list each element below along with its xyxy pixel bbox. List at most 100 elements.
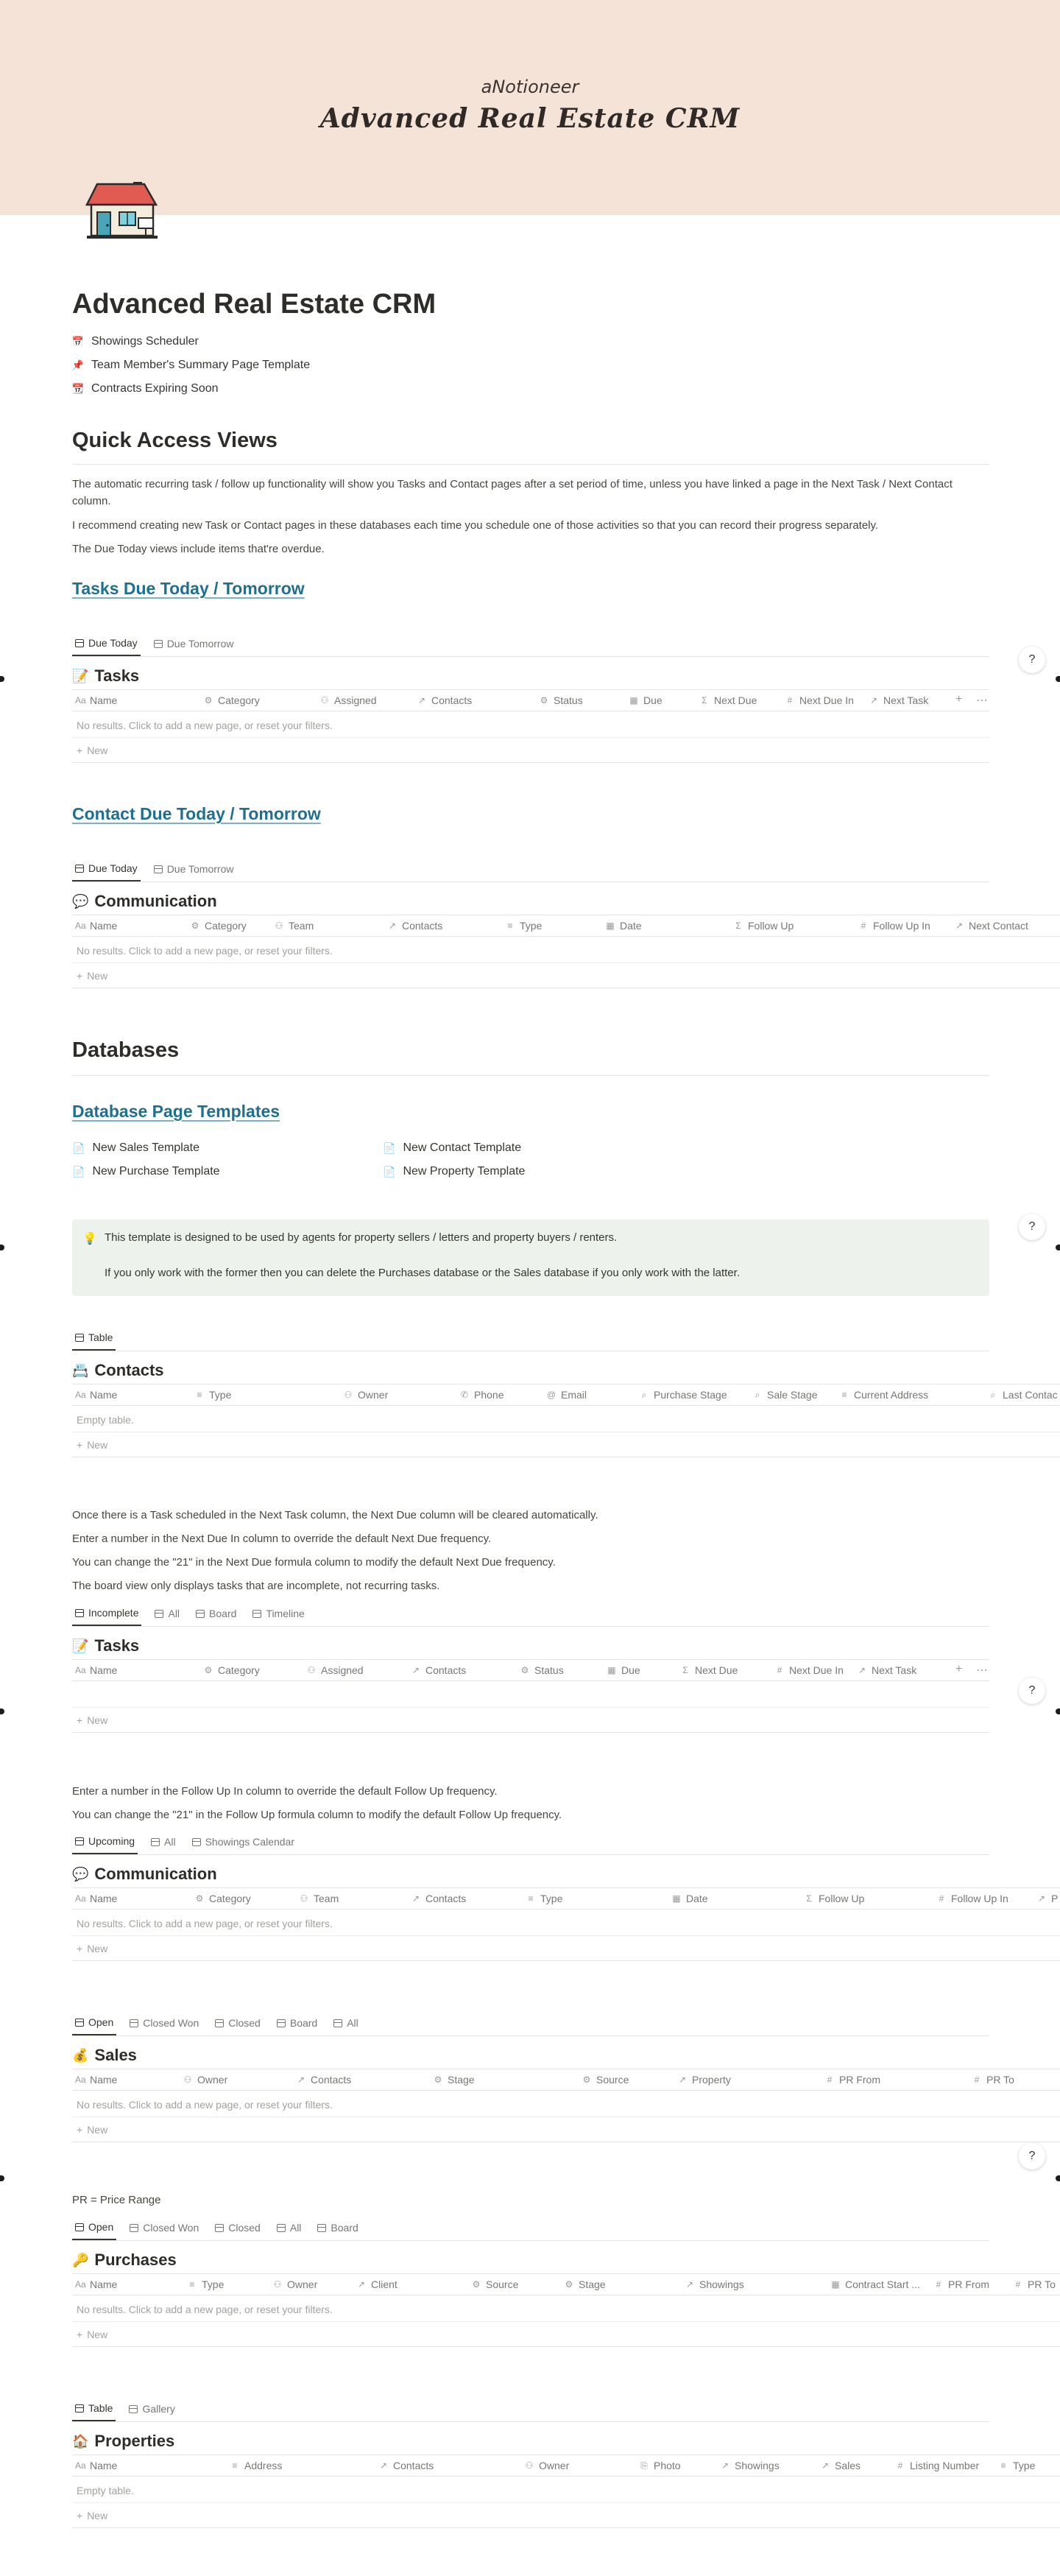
tab-board[interactable]: Board xyxy=(274,2010,320,2035)
column-header[interactable]: ⚇ Owner xyxy=(343,1384,389,1405)
tab-all[interactable]: All xyxy=(152,1601,183,1626)
tab-board[interactable]: Board xyxy=(314,2215,361,2240)
column-header[interactable]: ↗ Contacts xyxy=(296,2069,351,2090)
heading-tasks-due-link[interactable]: Tasks Due Today / Tomorrow xyxy=(72,579,305,599)
column-header[interactable]: ⚙ Source xyxy=(582,2069,629,2090)
column-header[interactable]: ≡ Type xyxy=(526,1888,562,1909)
new-row-button[interactable]: + New xyxy=(72,738,989,763)
database-title-tasks[interactable]: 📝 Tasks xyxy=(72,665,139,687)
empty-state[interactable]: No results. Click to add a new page, or … xyxy=(72,2092,1060,2117)
tab-incomplete[interactable]: Incomplete xyxy=(72,1601,142,1626)
column-header[interactable]: # Follow Up In xyxy=(936,1888,1008,1909)
column-header[interactable]: ⚇ Assigned xyxy=(319,690,377,711)
column-header[interactable]: ▦ Due xyxy=(629,690,662,711)
column-header[interactable]: ⌕ Last Contac xyxy=(988,1384,1058,1405)
column-header[interactable]: ⎘ Photo xyxy=(639,2455,680,2476)
column-header[interactable]: ↗ Contacts xyxy=(387,915,442,936)
column-header[interactable]: ⚇ Owner xyxy=(183,2069,228,2090)
tab-all[interactable]: All xyxy=(331,2010,361,2035)
new-row-button[interactable]: + New xyxy=(72,2117,1060,2142)
tab-open[interactable]: Open xyxy=(72,2215,117,2240)
new-row-button[interactable]: + New xyxy=(72,1708,989,1733)
new-row-button[interactable]: + New xyxy=(72,963,1060,988)
tab-timeline[interactable]: Timeline xyxy=(250,1601,307,1626)
column-header[interactable]: ▦ Date xyxy=(671,1888,707,1909)
new-row-button[interactable]: + New xyxy=(72,1432,1060,1457)
column-header[interactable]: Aa Name xyxy=(75,2069,117,2090)
column-header[interactable]: ↗ Next Task xyxy=(869,690,928,711)
column-header[interactable]: Aa Name xyxy=(75,690,117,711)
column-header[interactable]: ↗ Contacts xyxy=(417,690,472,711)
more-icon[interactable]: ⋯ xyxy=(976,693,988,708)
column-header[interactable]: ↗ Contacts xyxy=(411,1888,466,1909)
tab-due-tomorrow[interactable]: Due Tomorrow xyxy=(151,631,237,656)
more-icon[interactable]: ⋯ xyxy=(976,1663,988,1678)
column-header[interactable]: ↗ Showings xyxy=(720,2455,780,2476)
database-title-purchases[interactable]: 🔑 Purchases xyxy=(72,2249,177,2271)
column-header[interactable]: ↗ Contacts xyxy=(411,1660,466,1681)
column-header[interactable]: ⚙ Stage xyxy=(564,2274,606,2295)
tab-all[interactable]: All xyxy=(274,2215,305,2240)
heading-templates-link[interactable]: Database Page Templates xyxy=(72,1102,280,1122)
new-row-button[interactable]: + New xyxy=(72,1936,1060,1961)
column-header[interactable]: ⚇ Team xyxy=(299,1888,339,1909)
tab-gallery[interactable]: Gallery xyxy=(126,2396,177,2421)
house-icon[interactable] xyxy=(82,180,162,242)
column-header[interactable]: ⚇ Owner xyxy=(524,2455,570,2476)
tab-closed-won[interactable]: Closed Won xyxy=(127,2215,202,2240)
add-property-icon[interactable]: + xyxy=(955,693,962,706)
column-header[interactable]: Aa Name xyxy=(75,2274,117,2295)
column-header[interactable]: ⚙ Category xyxy=(203,1660,260,1681)
column-header[interactable]: ≡ Type xyxy=(505,915,542,936)
column-header[interactable]: Aa Name xyxy=(75,1888,117,1909)
empty-state[interactable]: No results. Click to add a new page, or … xyxy=(72,938,1060,963)
column-header[interactable]: ⚇ Team xyxy=(274,915,314,936)
database-title-contacts[interactable]: 📇 Contacts xyxy=(72,1359,164,1382)
column-header[interactable]: Σ Next Due xyxy=(699,690,757,711)
tab-upcoming[interactable]: Upcoming xyxy=(72,1829,138,1854)
column-header[interactable]: ↗ Client xyxy=(356,2274,398,2295)
new-row-button[interactable]: + New xyxy=(72,2322,1060,2347)
help-button[interactable]: ? xyxy=(1019,1678,1045,1704)
column-header[interactable]: ≡ Type xyxy=(998,2455,1035,2476)
tab-due-today[interactable]: Due Today xyxy=(72,856,141,881)
template-new-property[interactable]: 📄 New Property Template xyxy=(383,1162,525,1181)
column-header[interactable]: ↗ Next Task xyxy=(857,1660,916,1681)
column-header[interactable]: ▦ Due xyxy=(607,1660,640,1681)
empty-state[interactable]: No results. Click to add a new page, or … xyxy=(72,1911,1060,1936)
database-title-properties[interactable]: 🏠 Properties xyxy=(72,2430,174,2452)
column-header[interactable]: # PR From xyxy=(933,2274,989,2295)
link-contracts-expiring[interactable]: 📆 Contracts Expiring Soon xyxy=(72,379,219,398)
column-header[interactable]: # PR To xyxy=(972,2069,1014,2090)
column-header[interactable]: ↗ Contacts xyxy=(378,2455,434,2476)
column-header[interactable]: ▦ Date xyxy=(605,915,641,936)
column-header[interactable]: ⚙ Category xyxy=(190,915,247,936)
tab-closed[interactable]: Closed xyxy=(212,2010,264,2035)
column-header[interactable]: ⚙ Source xyxy=(471,2274,519,2295)
database-title-tasks[interactable]: 📝 Tasks xyxy=(72,1635,139,1657)
column-header[interactable]: Aa Name xyxy=(75,1660,117,1681)
help-button[interactable]: ? xyxy=(1019,647,1045,673)
empty-state[interactable]: Empty table. xyxy=(72,2478,1060,2503)
column-header[interactable]: ≡ Type xyxy=(187,2274,224,2295)
tab-due-today[interactable]: Due Today xyxy=(72,631,141,656)
column-header[interactable]: ⌕ Sale Stage xyxy=(752,1384,818,1405)
tab-showings-calendar[interactable]: Showings Calendar xyxy=(189,1829,297,1854)
tab-all[interactable]: All xyxy=(148,1829,179,1854)
tab-due-tomorrow[interactable]: Due Tomorrow xyxy=(151,856,237,881)
column-header[interactable]: ≡ Current Address xyxy=(839,1384,928,1405)
link-showings-scheduler[interactable]: 📅 Showings Scheduler xyxy=(72,332,199,351)
tab-open[interactable]: Open xyxy=(72,2010,117,2035)
column-header[interactable]: # Next Due In xyxy=(774,1660,844,1681)
add-property-icon[interactable]: + xyxy=(955,1663,962,1676)
link-team-summary-template[interactable]: 📌 Team Member's Summary Page Template xyxy=(72,356,310,375)
column-header[interactable]: Aa Name xyxy=(75,2455,117,2476)
column-header[interactable]: ↗ Next Contact xyxy=(954,915,1028,936)
template-new-contact[interactable]: 📄 New Contact Template xyxy=(383,1139,521,1158)
column-header[interactable]: ⚇ Owner xyxy=(272,2274,318,2295)
empty-state[interactable]: No results. Click to add a new page, or … xyxy=(72,2297,1060,2322)
new-row-button[interactable]: + New xyxy=(72,2503,1060,2528)
column-header[interactable]: # Listing Number xyxy=(895,2455,980,2476)
column-header[interactable]: ↗ Sales xyxy=(820,2455,861,2476)
column-header[interactable]: ⚇ Assigned xyxy=(306,1660,364,1681)
